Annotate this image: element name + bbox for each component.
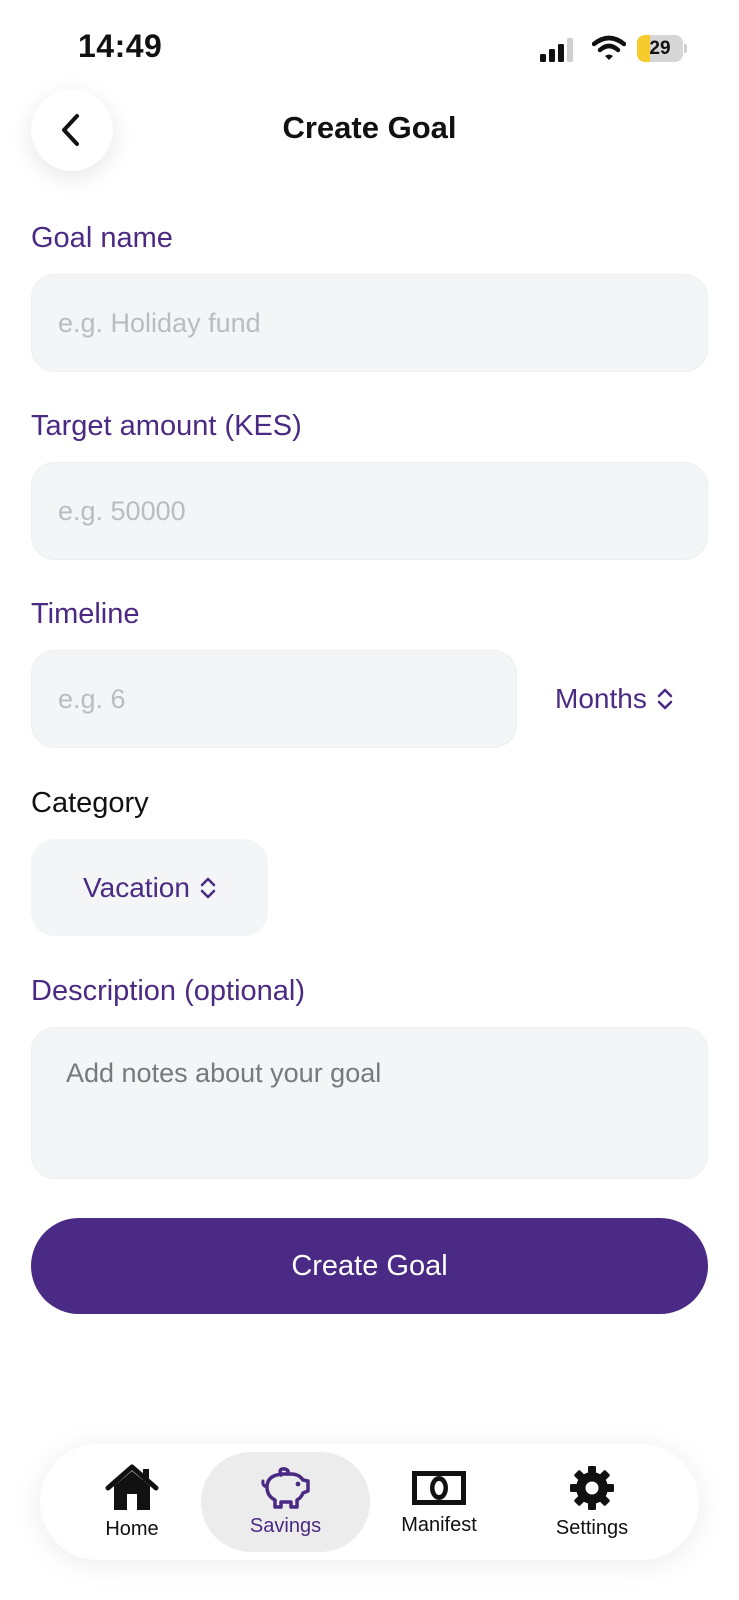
timeline-label: Timeline <box>31 598 140 630</box>
target-amount-label: Target amount (KES) <box>31 410 302 442</box>
tab-savings[interactable]: Savings <box>201 1452 370 1552</box>
wifi-icon <box>592 35 626 60</box>
status-time: 14:49 <box>78 28 163 64</box>
category-select[interactable]: Vacation <box>31 839 268 936</box>
timeline-input[interactable] <box>31 650 517 748</box>
timeline-unit-value: Months <box>555 683 647 714</box>
category-label: Category <box>31 787 149 819</box>
description-label: Description (optional) <box>31 975 306 1007</box>
cellular-signal-icon <box>540 38 573 62</box>
bottom-tab-bar: Home Savings Manifest Settings <box>40 1444 699 1560</box>
tab-home-label: Home <box>105 1517 159 1540</box>
tab-manifest[interactable]: Manifest <box>380 1452 498 1552</box>
create-goal-button[interactable]: Create Goal <box>31 1218 708 1314</box>
goal-name-label: Goal name <box>31 222 173 254</box>
banknote-icon <box>412 1470 466 1505</box>
timeline-unit-select[interactable]: Months <box>555 679 673 719</box>
battery-indicator: 29 <box>637 35 689 62</box>
tab-settings[interactable]: Settings <box>536 1452 648 1552</box>
category-value: Vacation <box>83 871 190 903</box>
home-icon <box>105 1464 159 1510</box>
target-amount-input[interactable] <box>31 462 708 560</box>
description-textarea[interactable] <box>31 1027 708 1179</box>
goal-name-input[interactable] <box>31 274 708 372</box>
piggy-bank-icon <box>260 1466 310 1509</box>
tab-savings-label: Savings <box>249 1514 322 1537</box>
tab-manifest-label: Manifest <box>401 1513 477 1536</box>
gear-icon <box>570 1465 614 1510</box>
battery-percent: 29 <box>649 38 671 59</box>
chevron-up-down-icon <box>200 877 216 898</box>
tab-home[interactable]: Home <box>82 1452 182 1552</box>
status-bar: 14:49 29 <box>0 0 739 100</box>
page-title: Create Goal <box>282 110 457 145</box>
tab-settings-label: Settings <box>555 1516 629 1539</box>
chevron-up-down-icon <box>657 688 673 710</box>
